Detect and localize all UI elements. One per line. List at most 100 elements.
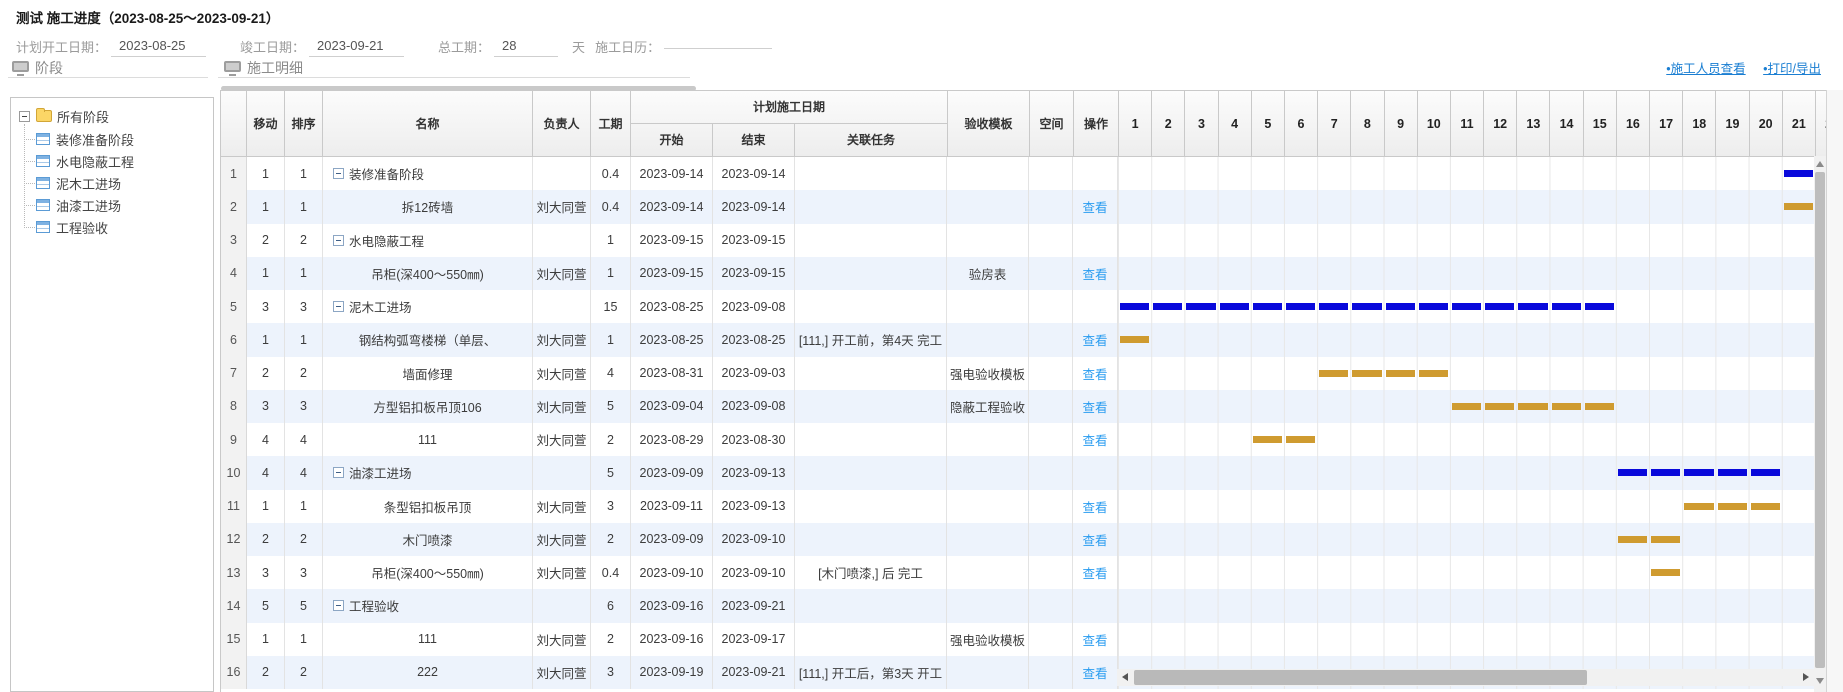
- gantt-vertical-scrollbar[interactable]: [1814, 156, 1826, 692]
- task-name-cell[interactable]: 泥木工进场: [323, 290, 533, 323]
- horizontal-scrollbar-thumb[interactable]: [1134, 670, 1587, 685]
- view-link[interactable]: 查看: [1082, 630, 1107, 649]
- gantt-bar-segment[interactable]: [1352, 370, 1381, 377]
- page-title: 测试 施工进度（2023-08-25～2023-09-21）: [16, 7, 279, 27]
- gantt-bar-segment[interactable]: [1319, 370, 1348, 377]
- print-export-link[interactable]: •打印/导出: [1763, 62, 1821, 76]
- gantt-bar-segment[interactable]: [1684, 469, 1713, 476]
- gantt-bar-segment[interactable]: [1684, 503, 1713, 510]
- gantt-bar-segment[interactable]: [1618, 469, 1647, 476]
- gantt-bar-segment[interactable]: [1153, 303, 1182, 310]
- gantt-bar-segment[interactable]: [1485, 303, 1514, 310]
- gantt-bar-segment[interactable]: [1253, 303, 1282, 310]
- scroll-right-arrow-icon[interactable]: [1803, 673, 1809, 681]
- scroll-left-arrow-icon[interactable]: [1122, 673, 1128, 681]
- scroll-down-arrow-icon[interactable]: [1816, 678, 1824, 684]
- sidebar-item-泥木工进场[interactable]: 泥木工进场: [24, 172, 213, 194]
- sidebar-item-水电隐蔽工程[interactable]: 水电隐蔽工程: [24, 150, 213, 172]
- gantt-bar-segment[interactable]: [1552, 403, 1581, 410]
- gantt-bar-segment[interactable]: [1518, 303, 1547, 310]
- gantt-bar-segment[interactable]: [1120, 303, 1149, 310]
- gantt-bar-segment[interactable]: [1784, 203, 1813, 210]
- gantt-bar-segment[interactable]: [1651, 536, 1680, 543]
- order-cell: 4: [285, 423, 323, 456]
- gantt-bar-segment[interactable]: [1319, 303, 1348, 310]
- related-task-cell: [795, 224, 947, 257]
- gantt-bar-segment[interactable]: [1286, 436, 1315, 443]
- row-number-cell: 2: [221, 190, 247, 223]
- view-link[interactable]: 查看: [1082, 197, 1107, 216]
- order-cell: 2: [285, 523, 323, 556]
- total-duration-input[interactable]: 28: [494, 36, 558, 57]
- gantt-bar-segment[interactable]: [1352, 303, 1381, 310]
- gantt-bar-segment[interactable]: [1485, 403, 1514, 410]
- view-link[interactable]: 查看: [1082, 563, 1107, 582]
- task-name-cell[interactable]: 工程验收: [323, 589, 533, 622]
- gantt-bar-segment[interactable]: [1386, 303, 1415, 310]
- view-link[interactable]: 查看: [1082, 663, 1107, 682]
- gantt-bar-segment[interactable]: [1120, 336, 1149, 343]
- gantt-bar-segment[interactable]: [1386, 370, 1415, 377]
- collapse-icon[interactable]: [19, 111, 30, 122]
- action-cell: [1073, 456, 1118, 489]
- scroll-up-arrow-icon[interactable]: [1816, 161, 1824, 167]
- folder-icon: [36, 110, 52, 122]
- collapse-icon[interactable]: [333, 600, 344, 611]
- stage-section-label: 阶段: [35, 58, 63, 78]
- collapse-icon[interactable]: [333, 235, 344, 246]
- finish-date-input[interactable]: 2023-09-21: [309, 36, 404, 57]
- task-name-cell[interactable]: 油漆工进场: [323, 456, 533, 489]
- gantt-bar-segment[interactable]: [1718, 469, 1747, 476]
- gantt-horizontal-scrollbar[interactable]: [1117, 669, 1814, 686]
- collapse-icon[interactable]: [333, 467, 344, 478]
- view-link[interactable]: 查看: [1082, 497, 1107, 516]
- gantt-bar-segment[interactable]: [1651, 469, 1680, 476]
- gantt-bar-segment[interactable]: [1552, 303, 1581, 310]
- gantt-bar-segment[interactable]: [1253, 436, 1282, 443]
- plan-start-input[interactable]: 2023-08-25: [111, 36, 206, 57]
- sidebar-item-油漆工进场[interactable]: 油漆工进场: [24, 194, 213, 216]
- gantt-bar-segment[interactable]: [1452, 403, 1481, 410]
- task-name-cell[interactable]: 水电隐蔽工程: [323, 224, 533, 257]
- duration-cell: 0.4: [591, 190, 631, 223]
- view-link[interactable]: 查看: [1082, 364, 1107, 383]
- end-date-cell: 2023-09-08: [713, 290, 795, 323]
- gantt-bar-segment[interactable]: [1784, 170, 1813, 177]
- start-date-cell: 2023-08-29: [631, 423, 713, 456]
- task-name-cell[interactable]: 装修准备阶段: [323, 157, 533, 190]
- gantt-bar-segment[interactable]: [1286, 303, 1315, 310]
- related-task-cell: [795, 523, 947, 556]
- gantt-bar-segment[interactable]: [1718, 503, 1747, 510]
- tree-root-all-stages[interactable]: 所有阶段: [19, 104, 213, 128]
- gantt-bar-segment[interactable]: [1751, 503, 1780, 510]
- collapse-icon[interactable]: [333, 301, 344, 312]
- gantt-bar-segment[interactable]: [1618, 536, 1647, 543]
- gantt-bar-segment[interactable]: [1186, 303, 1215, 310]
- owner-cell: [533, 224, 591, 257]
- view-link[interactable]: 查看: [1082, 397, 1107, 416]
- column-header-related: 关联任务: [795, 124, 947, 157]
- gantt-bar-segment[interactable]: [1585, 403, 1614, 410]
- gantt-bar-segment[interactable]: [1651, 569, 1680, 576]
- view-link[interactable]: 查看: [1082, 264, 1107, 283]
- gantt-bar-segment[interactable]: [1452, 303, 1481, 310]
- gantt-bar-segment[interactable]: [1220, 303, 1249, 310]
- duration-cell: 2: [591, 423, 631, 456]
- view-link[interactable]: 查看: [1082, 530, 1107, 549]
- task-name-cell: 111: [323, 423, 533, 456]
- sidebar-item-装修准备阶段[interactable]: 装修准备阶段: [24, 128, 213, 150]
- sidebar-item-工程验收[interactable]: 工程验收: [24, 216, 213, 238]
- gantt-bar-segment[interactable]: [1518, 403, 1547, 410]
- vertical-scrollbar-thumb[interactable]: [1815, 172, 1825, 668]
- gantt-bar-segment[interactable]: [1585, 303, 1614, 310]
- construction-calendar-input[interactable]: [664, 43, 772, 49]
- table-body: 111装修准备阶段0.42023-09-142023-09-14211拆12砖墙…: [221, 157, 1826, 689]
- gantt-bar-segment[interactable]: [1419, 303, 1448, 310]
- view-link[interactable]: 查看: [1082, 330, 1107, 349]
- worker-view-link[interactable]: •施工人员查看: [1666, 62, 1745, 76]
- acceptance-template-cell: [947, 556, 1029, 589]
- gantt-bar-segment[interactable]: [1419, 370, 1448, 377]
- view-link[interactable]: 查看: [1082, 430, 1107, 449]
- gantt-bar-segment[interactable]: [1751, 469, 1780, 476]
- collapse-icon[interactable]: [333, 168, 344, 179]
